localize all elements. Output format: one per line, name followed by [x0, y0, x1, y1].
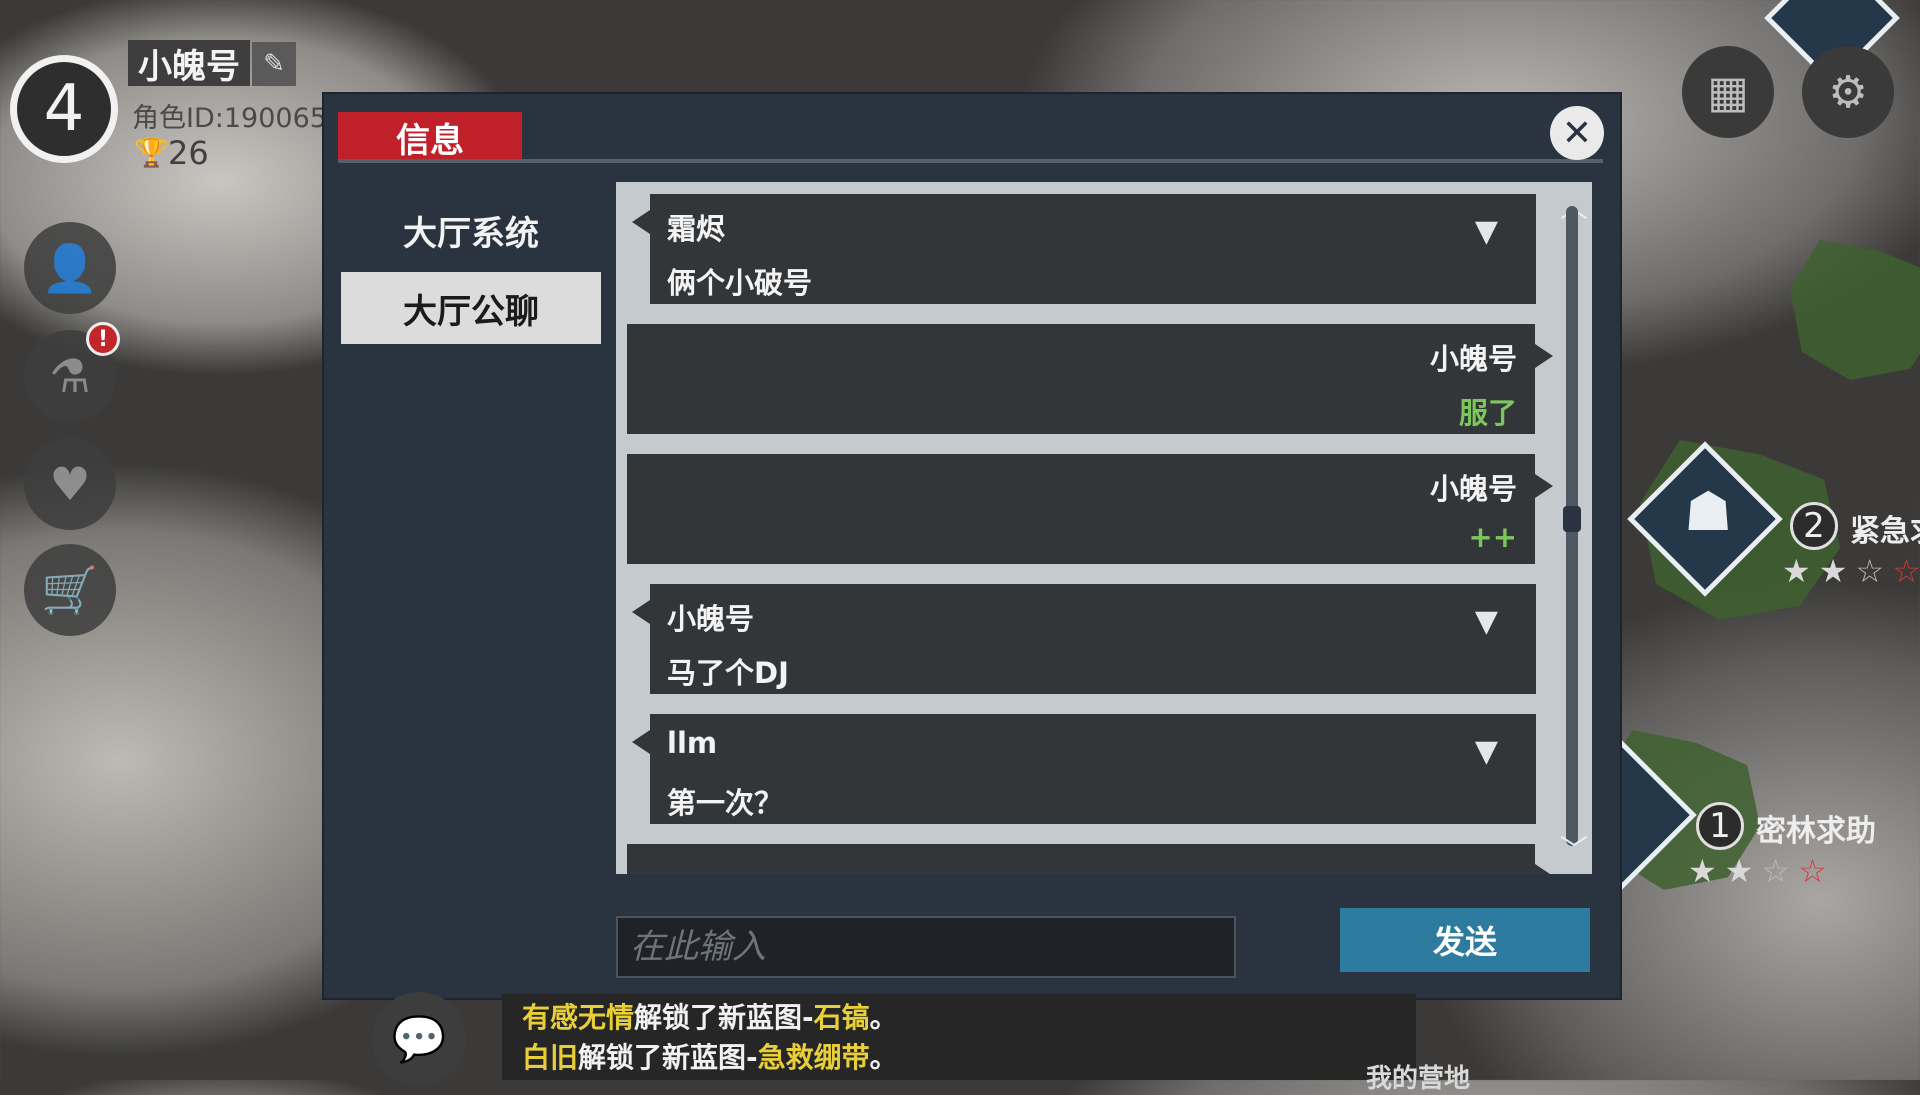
title-divider	[338, 159, 1603, 163]
my-base-label[interactable]: 我的营地	[1366, 1058, 1470, 1095]
message-text: 马了个DJ	[667, 656, 789, 690]
message-sender: 小魄号	[1429, 342, 1517, 376]
mission-name-1[interactable]: 密林求助	[1756, 806, 1876, 850]
message-sender: 小魄号	[1429, 472, 1517, 506]
message-sender[interactable]: 霜烬	[667, 206, 725, 248]
feed-line-2: 白旧解锁了新蓝图-急救绷带。	[522, 1041, 898, 1074]
tab-lobby-system[interactable]: 大厅系统	[341, 194, 601, 266]
message-list[interactable]: 霜烬 ▼ 俩个小破号 小魄号 服了 小魄号 ++ 小魄号 ▼ 马了个DJ llm…	[616, 182, 1592, 874]
mission-number-1: 1	[1696, 802, 1744, 850]
scrollbar-thumb[interactable]	[1563, 506, 1581, 532]
send-button[interactable]: 发送	[1340, 908, 1590, 972]
player-level-badge[interactable]: 4	[10, 55, 118, 163]
calendar-icon[interactable]: ▦	[1682, 46, 1774, 138]
pencil-icon[interactable]: ✎	[252, 42, 296, 86]
trophy-icon: 🏆	[134, 136, 169, 169]
message-text: ++	[1468, 520, 1517, 554]
map-island-edge	[1790, 240, 1920, 380]
message-sender[interactable]: 小魄号	[667, 596, 754, 638]
cart-icon[interactable]: 🛒	[24, 544, 116, 636]
mission-stars-2: ★★☆☆	[1782, 552, 1920, 590]
chat-message: 霜烬 ▼ 俩个小破号	[632, 194, 1536, 304]
message-dialog: 信息 ✕ 大厅系统 大厅公聊 霜烬 ▼ 俩个小破号 小魄号 服了 小魄号 ++ …	[322, 92, 1622, 1000]
dialog-title: 信息	[338, 112, 522, 162]
ladder-icon: ☗	[1684, 480, 1733, 543]
chat-message: 小魄号 ▼ 马了个DJ	[632, 584, 1536, 694]
message-text: 俩个小破号	[667, 266, 813, 300]
message-text: 第一次？	[667, 786, 784, 820]
player-nickname: 小魄号	[128, 40, 250, 87]
close-icon[interactable]: ✕	[1550, 106, 1604, 160]
chat-message-partial	[627, 844, 1553, 874]
feed-line-1: 有感无情解锁了新蓝图-石镐。	[522, 1001, 898, 1034]
chat-input[interactable]	[616, 916, 1236, 978]
expand-arrow-icon[interactable]: ▼	[1475, 604, 1498, 639]
expand-arrow-icon[interactable]: ▼	[1475, 734, 1498, 769]
speech-bubble-icon[interactable]: 💬	[372, 992, 466, 1086]
player-role-id: 角色ID:190065	[132, 103, 327, 134]
system-feed: 有感无情解锁了新蓝图-石镐。 白旧解锁了新蓝图-急救绷带。	[502, 994, 1416, 1080]
mission-number-2: 2	[1790, 502, 1838, 550]
alert-badge: !	[86, 322, 120, 356]
player-level: 4	[43, 72, 85, 146]
gear-icon[interactable]: ⚙	[1802, 46, 1894, 138]
tab-lobby-chat[interactable]: 大厅公聊	[341, 272, 601, 344]
handshake-heart-icon[interactable]: ♥	[24, 438, 116, 530]
player-trophy-count: 26	[168, 134, 209, 172]
chat-message: 小魄号 服了	[627, 324, 1553, 434]
message-text: 服了	[1458, 396, 1517, 430]
mission-name-2[interactable]: 紧急求	[1850, 506, 1920, 550]
message-sender[interactable]: llm	[667, 726, 717, 760]
chat-message: 小魄号 ++	[627, 454, 1553, 564]
scroll-down-icon[interactable]: ﹀	[1560, 828, 1588, 868]
chat-message: llm ▼ 第一次？	[632, 714, 1536, 824]
person-icon[interactable]: 👤	[24, 222, 116, 314]
mission-stars-1: ★★☆☆	[1688, 852, 1835, 890]
expand-arrow-icon[interactable]: ▼	[1475, 214, 1498, 249]
